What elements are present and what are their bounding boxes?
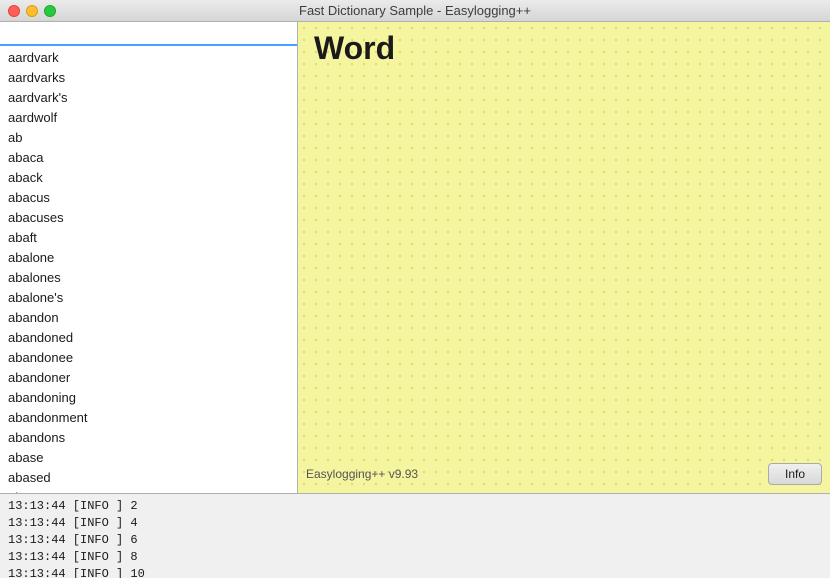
- left-panel: aardvarkaardvarksaardvark'saardwolfababa…: [0, 22, 298, 493]
- log-line: 13:13:44 [INFO ] 2: [8, 498, 822, 515]
- right-footer: Easylogging++ v9.93 Info: [306, 463, 822, 485]
- window-controls: [8, 5, 56, 17]
- log-line: 13:13:44 [INFO ] 8: [8, 549, 822, 566]
- list-item[interactable]: abandons: [0, 428, 297, 448]
- list-item[interactable]: abalone's: [0, 288, 297, 308]
- info-button[interactable]: Info: [768, 463, 822, 485]
- list-item[interactable]: abaca: [0, 148, 297, 168]
- list-item[interactable]: abase: [0, 448, 297, 468]
- list-item[interactable]: aardvarks: [0, 68, 297, 88]
- window-title: Fast Dictionary Sample - Easylogging++: [299, 3, 531, 18]
- main-container: aardvarkaardvarksaardvark'saardwolfababa…: [0, 22, 830, 578]
- top-section: aardvarkaardvarksaardvark'saardwolfababa…: [0, 22, 830, 494]
- close-button[interactable]: [8, 5, 20, 17]
- list-item[interactable]: abalone: [0, 248, 297, 268]
- list-item[interactable]: aardwolf: [0, 108, 297, 128]
- list-item[interactable]: abaft: [0, 228, 297, 248]
- list-item[interactable]: aardvark's: [0, 88, 297, 108]
- list-item[interactable]: abandoned: [0, 328, 297, 348]
- log-line: 13:13:44 [INFO ] 4: [8, 515, 822, 532]
- right-panel: Word Easylogging++ v9.93 Info: [298, 22, 830, 493]
- list-item[interactable]: abandonment: [0, 408, 297, 428]
- search-input[interactable]: [0, 22, 297, 46]
- list-item[interactable]: abacus: [0, 188, 297, 208]
- list-item[interactable]: abandonee: [0, 348, 297, 368]
- list-item[interactable]: ab: [0, 128, 297, 148]
- log-line: 13:13:44 [INFO ] 10: [8, 566, 822, 578]
- word-display: Word: [298, 22, 830, 75]
- log-panel: 13:13:44 [INFO ] 213:13:44 [INFO ] 413:1…: [0, 494, 830, 578]
- list-item[interactable]: aback: [0, 168, 297, 188]
- list-item[interactable]: abacuses: [0, 208, 297, 228]
- list-item[interactable]: aardvark: [0, 48, 297, 68]
- list-item[interactable]: abandon: [0, 308, 297, 328]
- minimize-button[interactable]: [26, 5, 38, 17]
- log-line: 13:13:44 [INFO ] 6: [8, 532, 822, 549]
- titlebar: Fast Dictionary Sample - Easylogging++: [0, 0, 830, 22]
- word-list: aardvarkaardvarksaardvark'saardwolfababa…: [0, 46, 297, 493]
- list-item[interactable]: abandoning: [0, 388, 297, 408]
- list-item[interactable]: abalones: [0, 268, 297, 288]
- version-label: Easylogging++ v9.93: [306, 467, 418, 481]
- maximize-button[interactable]: [44, 5, 56, 17]
- list-item[interactable]: abandoner: [0, 368, 297, 388]
- list-item[interactable]: abasement: [0, 488, 297, 493]
- list-item[interactable]: abased: [0, 468, 297, 488]
